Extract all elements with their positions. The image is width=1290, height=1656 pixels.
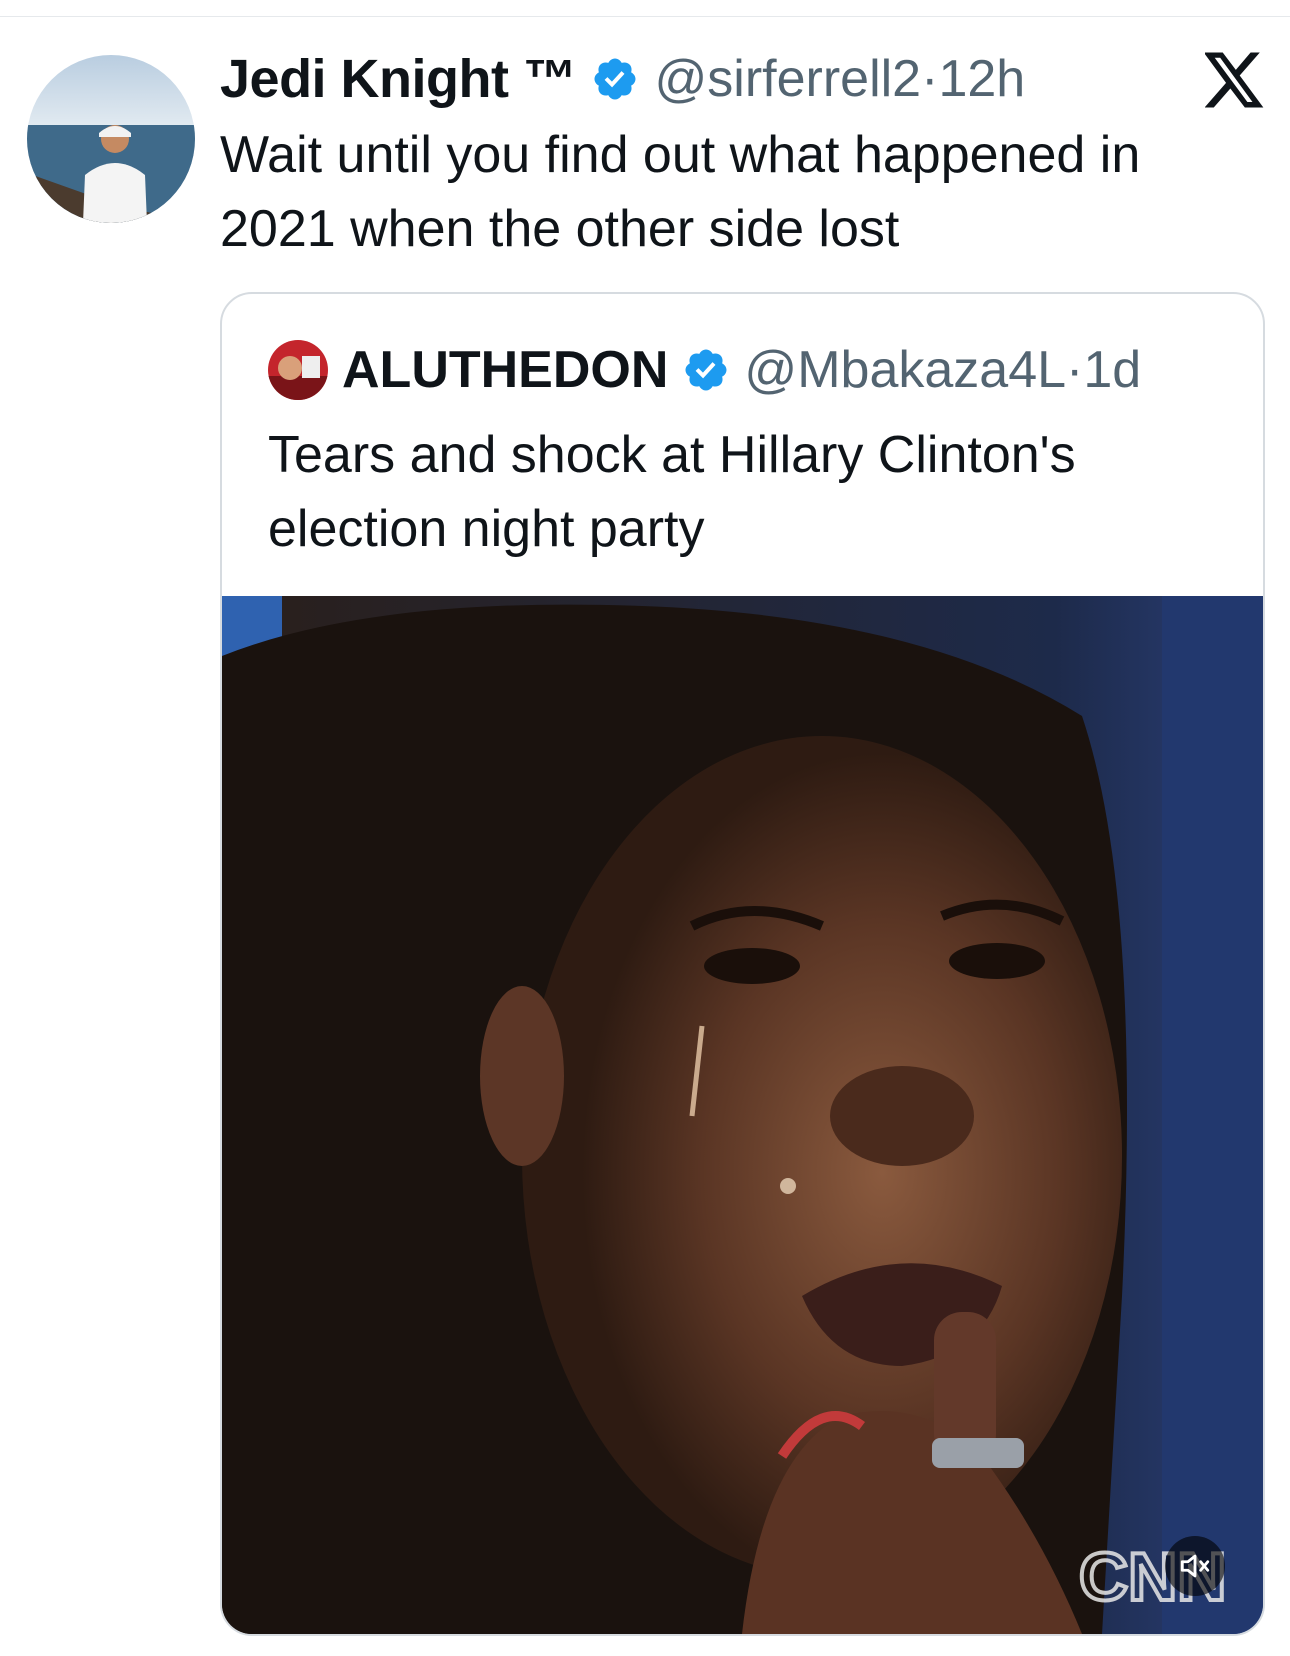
meta-separator: ·	[921, 50, 939, 108]
meta-separator: ·	[1066, 341, 1084, 399]
video-frame	[222, 596, 1263, 1634]
quoted-author-avatar[interactable]	[268, 340, 328, 400]
quoted-author-name[interactable]: ALUTHEDON	[342, 340, 668, 400]
author-name[interactable]: Jedi Knight ™	[220, 48, 577, 110]
mute-toggle-button[interactable]	[1165, 1536, 1225, 1596]
quoted-post-time: 1d	[1083, 341, 1142, 399]
author-avatar[interactable]	[27, 55, 195, 223]
tweet-header: Jedi Knight ™ @sirferrell2·12h	[220, 44, 1025, 114]
quoted-tweet-header: ALUTHEDON @Mbakaza4L·1d	[268, 340, 1141, 400]
avatar-photo	[27, 55, 195, 223]
x-logo-icon	[1205, 52, 1264, 108]
tweet-text: Wait until you find out what happened in…	[220, 126, 1141, 258]
quoted-tweet-card[interactable]: ALUTHEDON @Mbakaza4L·1d Tears and shock …	[220, 292, 1265, 1636]
speaker-muted-icon	[1180, 1554, 1210, 1578]
quoted-tweet-text: Tears and shock at Hillary Clinton's ele…	[268, 426, 1076, 558]
verified-badge-icon	[685, 349, 727, 391]
quoted-author-handle: @Mbakaza4L	[744, 341, 1067, 399]
quoted-handle-meta[interactable]: @Mbakaza4L·1d	[744, 340, 1141, 400]
top-divider	[0, 16, 1290, 17]
verified-badge-icon	[594, 58, 635, 100]
post-time: 12h	[938, 50, 1026, 108]
author-handle-meta[interactable]: @sirferrell2·12h	[655, 49, 1026, 109]
author-handle: @sirferrell2	[654, 50, 922, 108]
quoted-video[interactable]: CNN	[222, 596, 1263, 1634]
quoted-avatar-photo	[268, 340, 328, 400]
